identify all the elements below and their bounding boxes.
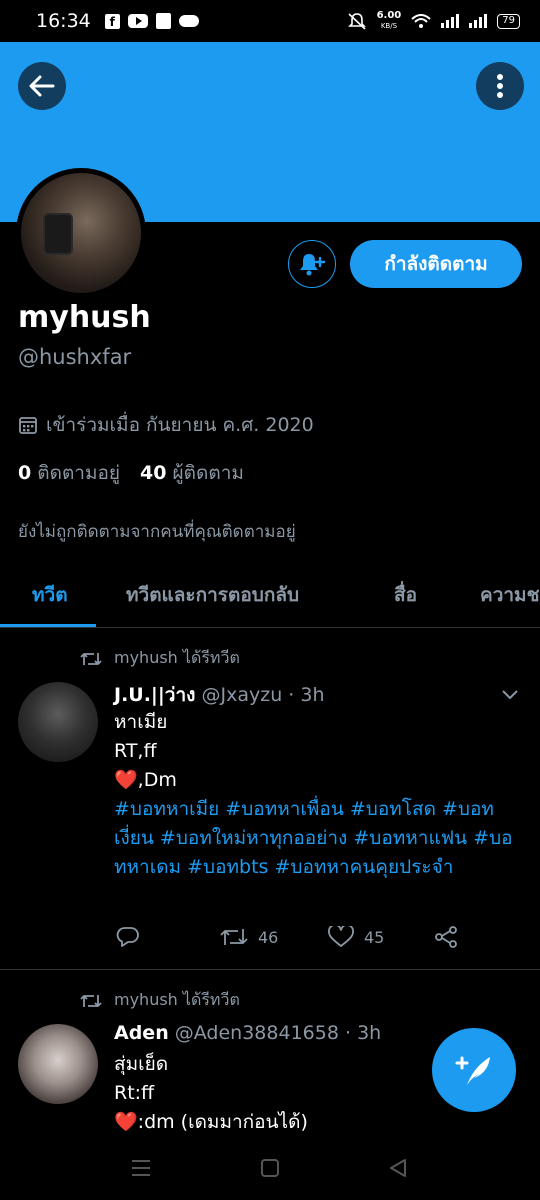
retweet-icon <box>80 994 102 1007</box>
tweet-line: RT,ff <box>114 740 157 762</box>
back-nav-icon[interactable] <box>388 1158 408 1178</box>
status-indicators: 6.00 KB/S 79 <box>347 11 520 31</box>
tweet-header: J.U.||ว่าง @Jxayzu · 3h <box>114 680 325 710</box>
arrow-left-icon <box>29 75 55 97</box>
tab-tweets-and-replies[interactable]: ทวีตและการตอบกลับ <box>126 566 299 627</box>
network-speed-unit: KB/S <box>380 22 398 30</box>
profile-display-name: myhush <box>18 300 151 335</box>
retweet-context: myhush ได้รีทวีต <box>80 988 240 1013</box>
compose-tweet-button[interactable] <box>432 1028 516 1112</box>
recent-apps-icon[interactable] <box>130 1158 152 1178</box>
status-app-icons: f <box>104 13 199 29</box>
calendar-icon <box>19 417 37 434</box>
tweet-author-avatar[interactable] <box>18 1024 98 1104</box>
tweet-line: ❤️,Dm <box>114 766 524 795</box>
reply-button[interactable] <box>116 926 140 948</box>
signal-icon-2 <box>469 14 488 28</box>
battery-icon: 79 <box>497 13 520 29</box>
wifi-icon <box>411 14 431 28</box>
joined-date-text: เข้าร่วมเมื่อ กันยายน ค.ศ. 2020 <box>46 414 314 436</box>
profile-handle: @hushxfar <box>18 345 132 369</box>
network-speed-value: 6.00 <box>376 10 402 21</box>
follow-counts: 0 ติดตามอยู่ 40 ผู้ติดตาม <box>18 458 244 488</box>
tweet-line: หาเมีย <box>114 711 168 733</box>
retweet-button[interactable]: 46 <box>220 926 278 948</box>
heart-icon <box>328 926 354 947</box>
system-navigation-bar <box>0 1140 540 1200</box>
following-button[interactable]: กำลังติดตาม <box>350 240 522 288</box>
facebook-icon: f <box>104 13 120 29</box>
status-bar: 16:34 f 6.00 KB/S 79 <box>0 0 540 42</box>
more-options-button[interactable] <box>476 62 524 110</box>
heart-emoji-icon: ❤️ <box>114 769 138 791</box>
tweet-text: หาเมีย RT,ff ❤️,Dm #บอทหาเมีย #บอทหาเพื่… <box>114 708 524 882</box>
tweet-line: ❤️:dm (เดมมาก่อนได้) <box>114 1108 524 1137</box>
following-label: ติดตามอยู่ <box>37 462 121 484</box>
tweet-author-name[interactable]: Aden <box>114 1022 169 1044</box>
mute-bell-icon <box>347 13 366 30</box>
followers-count: 40 <box>140 462 167 484</box>
tweet-author-handle: @Aden38841658 <box>174 1022 339 1044</box>
tweet-heart-line: ,Dm <box>137 769 177 791</box>
tweet-header: Aden @Aden38841658 · 3h <box>114 1022 381 1044</box>
reply-icon <box>116 927 139 947</box>
retweet-count: 46 <box>258 927 279 947</box>
retweet-icon <box>220 929 248 945</box>
followers-count-link[interactable]: 40 ผู้ติดตาม <box>140 458 244 488</box>
profile-tabs: ทวีต ทวีตและการตอบกลับ สื่อ ความช <box>0 566 540 628</box>
chevron-down-icon[interactable] <box>500 684 520 704</box>
tweet-author-avatar[interactable] <box>18 682 98 762</box>
signal-icon <box>441 14 460 28</box>
retweet-context-text: myhush ได้รีทวีต <box>114 648 240 667</box>
tab-media[interactable]: สื่อ <box>394 566 417 627</box>
tab-tweets[interactable]: ทวีต <box>0 566 95 627</box>
like-button[interactable]: 45 <box>328 926 384 948</box>
retweet-context: myhush ได้รีทวีต <box>80 646 240 671</box>
retweet-context-text: myhush ได้รีทวีต <box>114 990 240 1009</box>
cloud-icon <box>178 15 199 27</box>
network-speed: 6.00 KB/S <box>377 11 402 31</box>
tweet-author-handle: @Jxayzu <box>201 684 283 706</box>
status-time: 16:34 <box>36 10 91 32</box>
following-count-link[interactable]: 0 ติดตามอยู่ <box>18 458 120 488</box>
profile-avatar[interactable] <box>21 173 141 293</box>
compose-tweet-icon <box>455 1056 490 1085</box>
youtube-icon <box>127 14 148 28</box>
tweet-time: · 3h <box>344 1022 382 1044</box>
tweet-item[interactable]: myhush ได้รีทวีต J.U.||ว่าง @Jxayzu · 3h… <box>0 628 540 970</box>
retweet-icon <box>80 652 102 665</box>
like-count: 45 <box>364 927 385 947</box>
not-followed-note: ยังไม่ถูกติดตามจากคนที่คุณติดตามอยู่ <box>18 522 296 542</box>
bell-plus-icon <box>300 254 326 276</box>
share-icon <box>435 926 457 948</box>
tweet-actions: 46 45 <box>116 926 466 956</box>
profile-avatar-frame <box>16 168 146 298</box>
tab-likes[interactable]: ความช <box>480 566 539 627</box>
shopping-bag-icon <box>155 13 171 29</box>
joined-date: เข้าร่วมเมื่อ กันยายน ค.ศ. 2020 <box>18 410 314 440</box>
back-button[interactable] <box>18 62 66 110</box>
followers-label: ผู้ติดตาม <box>172 462 244 484</box>
tweet-author-name[interactable]: J.U.||ว่าง <box>114 684 195 706</box>
tweet-heart-line: :dm (เดมมาก่อนได้) <box>137 1111 308 1133</box>
following-count: 0 <box>18 462 32 484</box>
more-vertical-icon <box>497 74 503 98</box>
heart-emoji-icon: ❤️ <box>114 1111 138 1133</box>
tweet-time: · 3h <box>288 684 325 706</box>
home-icon[interactable] <box>260 1158 280 1178</box>
tweet-hashtags[interactable]: #บอทหาเมีย #บอทหาเพื่อน #บอทโสด #บอทเงี่… <box>114 795 524 882</box>
notifications-button[interactable] <box>288 240 336 288</box>
share-button[interactable] <box>434 926 458 948</box>
